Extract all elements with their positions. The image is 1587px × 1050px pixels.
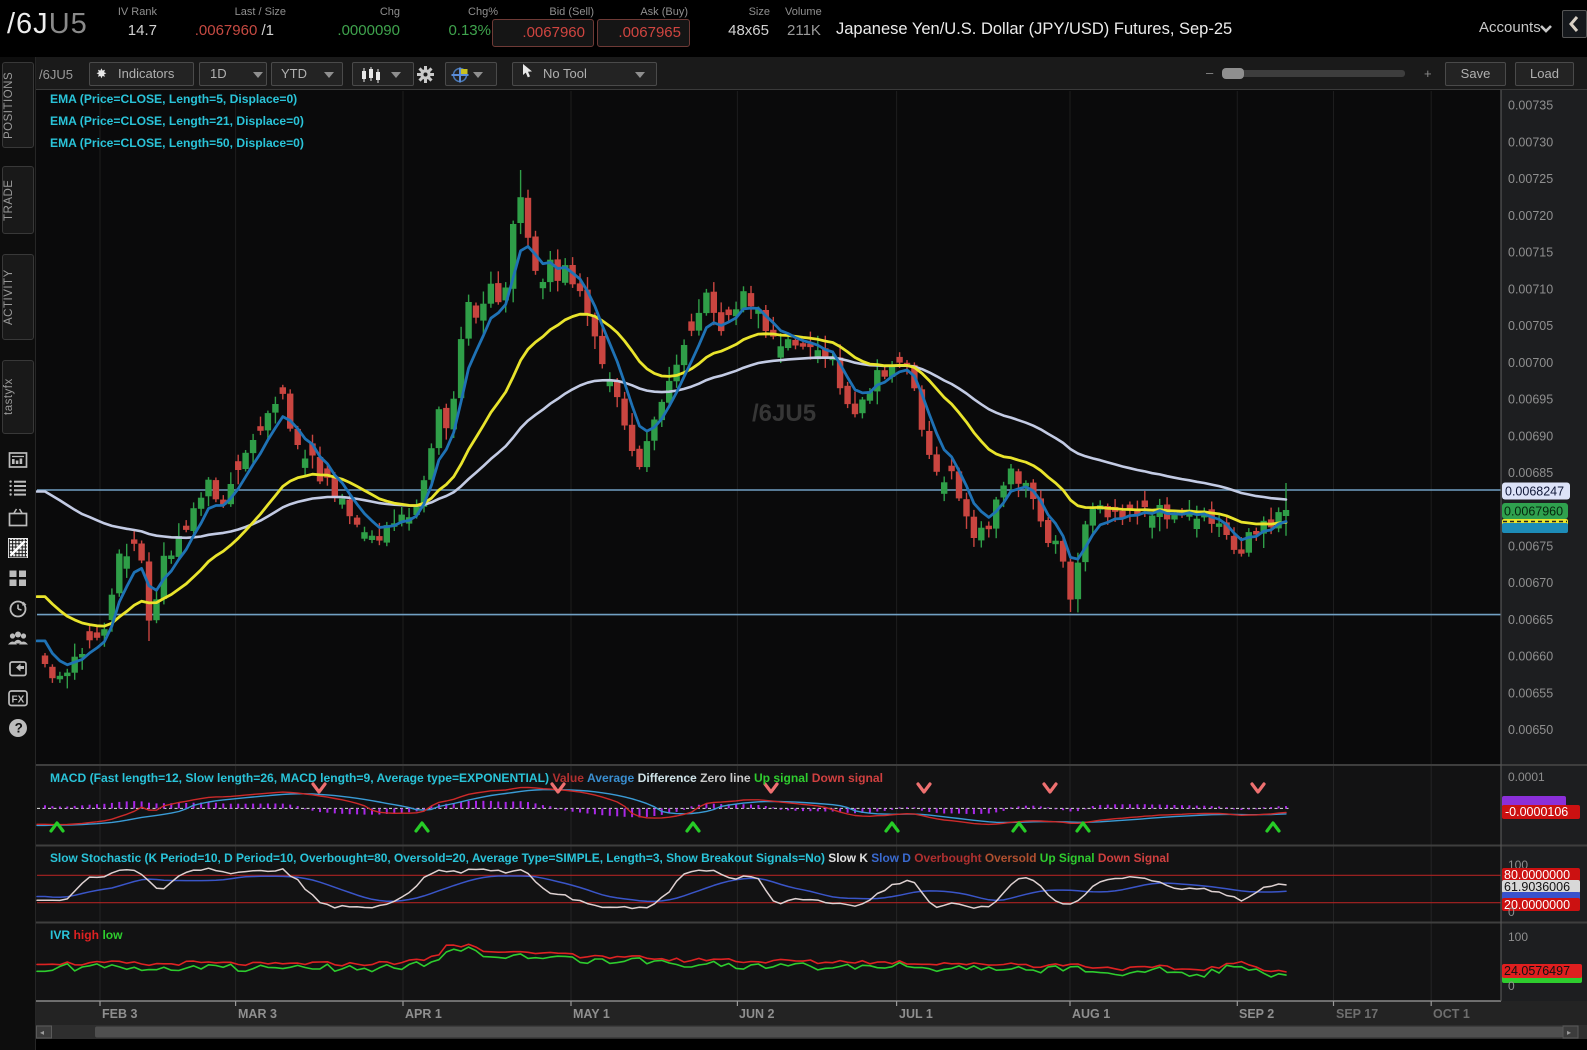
svg-text:Slow Stochastic (K Period=10,: Slow Stochastic (K Period=10, D Period=1…: [50, 851, 1169, 865]
svg-text:0.00655: 0.00655: [1508, 686, 1553, 700]
svg-text:24.0576497: 24.0576497: [1504, 964, 1570, 978]
svg-text:APR 1: APR 1: [405, 1007, 442, 1021]
svg-text:0.00690: 0.00690: [1508, 429, 1553, 443]
svg-text:FX: FX: [12, 694, 25, 705]
svg-text:0.00725: 0.00725: [1508, 172, 1553, 186]
svg-text:?: ?: [15, 721, 23, 736]
svg-text:0.00700: 0.00700: [1508, 356, 1553, 370]
svg-text:0.0001: 0.0001: [1508, 770, 1545, 784]
svg-text:MACD (Fast length=12, Slow len: MACD (Fast length=12, Slow length=26, MA…: [50, 771, 883, 785]
svg-text:SEP 2: SEP 2: [1239, 1007, 1274, 1021]
svg-text:OCT 1: OCT 1: [1433, 1007, 1470, 1021]
svg-text:EMA (Price=CLOSE, Length=50, D: EMA (Price=CLOSE, Length=50, Displace=0): [50, 136, 304, 150]
svg-text:100: 100: [1508, 930, 1528, 944]
svg-text:0.00730: 0.00730: [1508, 135, 1553, 149]
svg-text:0.00685: 0.00685: [1508, 466, 1553, 480]
svg-text:0.00665: 0.00665: [1508, 613, 1553, 627]
svg-text:0.00715: 0.00715: [1508, 246, 1553, 260]
svg-text:MAR 3: MAR 3: [238, 1007, 277, 1021]
svg-text:SEP 17: SEP 17: [1336, 1007, 1378, 1021]
svg-text:0: 0: [1508, 979, 1515, 993]
svg-text:0.00705: 0.00705: [1508, 319, 1553, 333]
svg-text:FEB 3: FEB 3: [102, 1007, 137, 1021]
svg-text:0: 0: [1508, 905, 1515, 919]
svg-text:0.00720: 0.00720: [1508, 209, 1553, 223]
svg-text:EMA (Price=CLOSE, Length=5, Di: EMA (Price=CLOSE, Length=5, Displace=0): [50, 92, 297, 106]
svg-text:IVR high low: IVR high low: [50, 928, 123, 942]
svg-text:JUN 2: JUN 2: [739, 1007, 774, 1021]
svg-text:0.00660: 0.00660: [1508, 650, 1553, 664]
svg-text:MAY 1: MAY 1: [573, 1007, 610, 1021]
svg-text:0.00735: 0.00735: [1508, 99, 1553, 113]
svg-text:0.00670: 0.00670: [1508, 576, 1553, 590]
svg-text:0.0067960: 0.0067960: [1504, 505, 1563, 519]
svg-text:EMA (Price=CLOSE, Length=21, D: EMA (Price=CLOSE, Length=21, Displace=0): [50, 114, 304, 128]
svg-text:0.00675: 0.00675: [1508, 540, 1553, 554]
svg-text:0.00650: 0.00650: [1508, 723, 1553, 737]
svg-text:▸: ▸: [1567, 1028, 1571, 1037]
svg-text:-0.0000106: -0.0000106: [1505, 805, 1568, 819]
svg-text:◂: ◂: [40, 1028, 44, 1037]
svg-text:AUG 1: AUG 1: [1072, 1007, 1110, 1021]
svg-text:JUL 1: JUL 1: [899, 1007, 933, 1021]
svg-text:0.00695: 0.00695: [1508, 393, 1553, 407]
svg-text:61.9036006: 61.9036006: [1504, 880, 1570, 894]
svg-text:0.0068247: 0.0068247: [1505, 485, 1564, 499]
svg-text:0.00710: 0.00710: [1508, 282, 1553, 296]
svg-text:/6JU5: /6JU5: [752, 400, 816, 427]
